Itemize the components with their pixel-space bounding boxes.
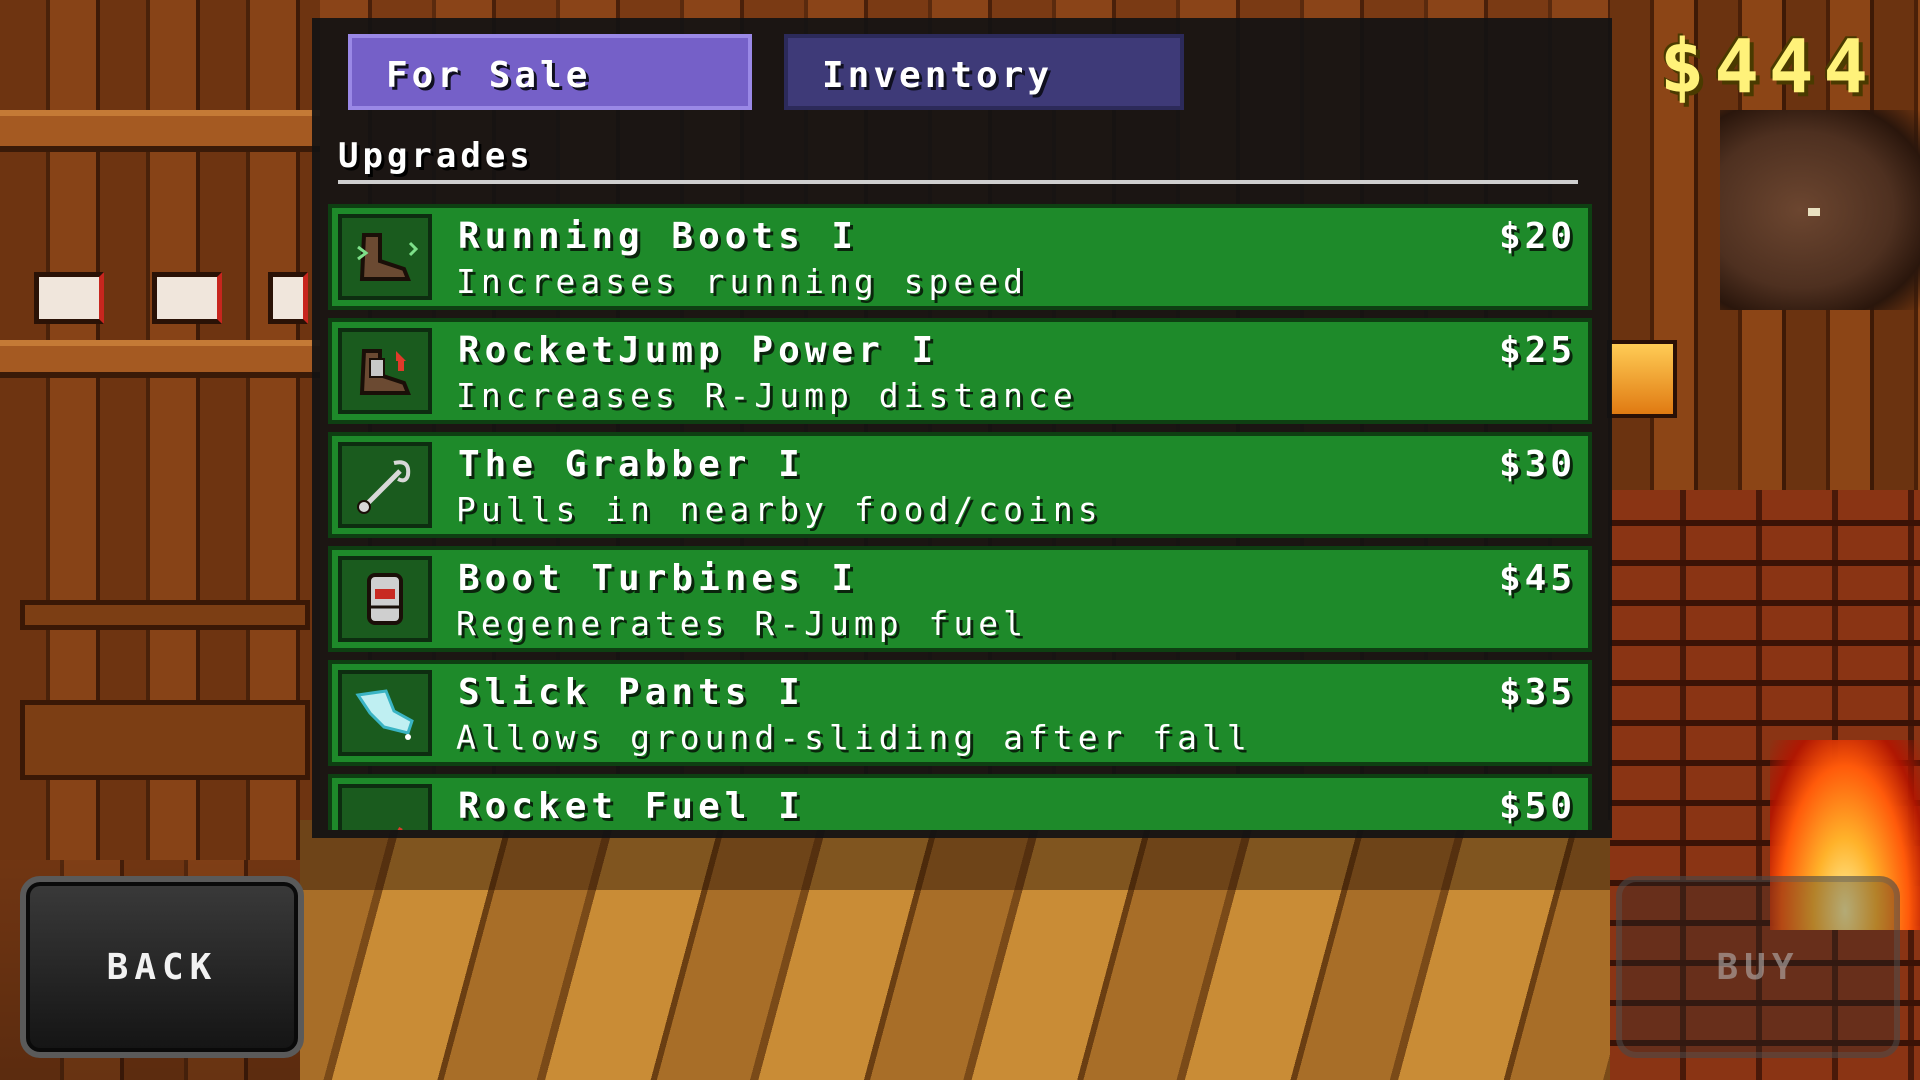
rocket-boot-icon (338, 328, 432, 414)
back-button[interactable]: BACK (20, 876, 304, 1058)
item-description: Pulls in nearby food/coins (456, 490, 1103, 529)
item-name: The Grabber I (458, 444, 805, 485)
item-price: $30 (1498, 444, 1576, 485)
upgrade-item[interactable]: Boot Turbines I Regenerates R-Jump fuel … (328, 546, 1592, 652)
item-description: Increases running speed (456, 262, 1028, 301)
item-name: Boot Turbines I (458, 558, 859, 599)
tab-inventory[interactable]: Inventory (784, 34, 1184, 110)
item-price: $45 (1498, 558, 1576, 599)
tab-for-sale[interactable]: For Sale (348, 34, 752, 110)
table-decoration (20, 700, 310, 780)
item-name: Running Boots I (458, 216, 859, 257)
item-price: $25 (1498, 330, 1576, 371)
grabber-icon (338, 442, 432, 528)
mug-decoration (152, 272, 222, 324)
item-price: $50 (1498, 786, 1576, 827)
pants-icon (338, 670, 432, 756)
turbine-icon (338, 556, 432, 642)
upgrade-item[interactable]: The Grabber I Pulls in nearby food/coins… (328, 432, 1592, 538)
upgrade-item[interactable]: RocketJump Power I Increases R-Jump dist… (328, 318, 1592, 424)
upgrade-item[interactable]: Rocket Fuel I $50 (328, 774, 1592, 830)
mug-decoration (34, 272, 104, 324)
upgrade-item[interactable]: Running Boots I Increases running speed … (328, 204, 1592, 310)
item-description: Increases R-Jump distance (456, 376, 1078, 415)
bear-eye (1808, 208, 1820, 216)
item-description: Allows ground-sliding after fall (456, 718, 1252, 757)
item-name: Slick Pants I (458, 672, 805, 713)
buy-button[interactable]: BUY (1616, 876, 1900, 1058)
chair-decoration (20, 600, 310, 630)
upgrade-list[interactable]: Running Boots I Increases running speed … (328, 204, 1592, 830)
item-price: $35 (1498, 672, 1576, 713)
item-name: RocketJump Power I (458, 330, 939, 371)
section-divider (338, 180, 1578, 184)
bear-head-trophy (1720, 110, 1920, 310)
item-name: Rocket Fuel I (458, 786, 805, 827)
lamp-decoration (1607, 340, 1677, 418)
shelf-top (0, 110, 320, 152)
item-price: $20 (1498, 216, 1576, 257)
money-counter: $444 (1659, 24, 1878, 110)
upgrade-item[interactable]: Slick Pants I Allows ground-sliding afte… (328, 660, 1592, 766)
fuel-can-icon (338, 784, 432, 830)
shelf-bottom (0, 340, 320, 378)
section-title: Upgrades (338, 136, 534, 176)
item-description: Regenerates R-Jump fuel (456, 604, 1028, 643)
mug-decoration (268, 272, 308, 324)
boot-icon (338, 214, 432, 300)
